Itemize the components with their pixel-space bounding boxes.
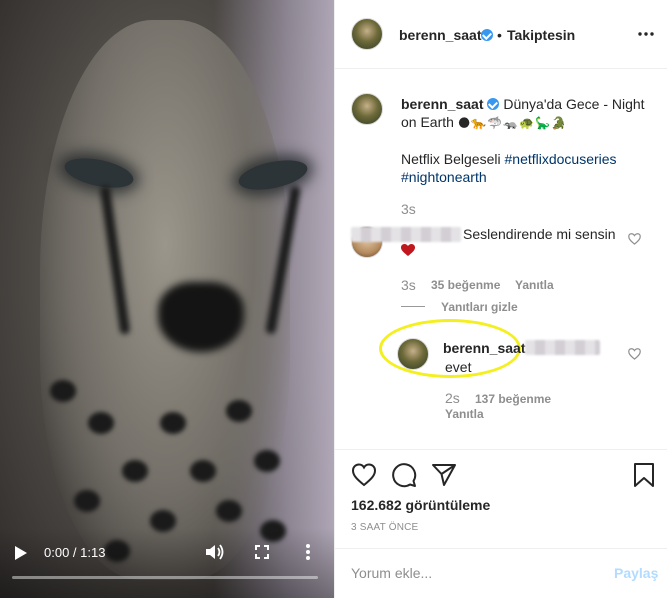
post-caption: berenn_saat Dünya'da Gece - Night on Ear… — [401, 95, 651, 186]
replies-divider — [401, 306, 425, 307]
posted-time[interactable]: 3 SAAT ÖNCE — [351, 522, 418, 533]
cheetah-face — [40, 20, 310, 580]
cheetah-spot — [74, 490, 100, 512]
cheetah-spot — [160, 412, 186, 434]
play-icon[interactable] — [14, 545, 28, 561]
caption-username[interactable]: berenn_saat — [401, 96, 483, 112]
caption-subtitle: Netflix Belgeseli — [401, 151, 501, 167]
cheetah-spot — [254, 450, 280, 472]
caption-avatar[interactable] — [351, 93, 383, 125]
hashtag-link[interactable]: #nightonearth — [401, 169, 487, 185]
more-options-icon[interactable] — [304, 543, 312, 561]
comment-text: Seslendirende mi sensin — [463, 226, 616, 242]
blurred-username — [351, 227, 461, 242]
comment-reply-button[interactable]: Yanıtla — [515, 278, 554, 292]
cheetah-spot — [226, 400, 252, 422]
cheetah-nose — [158, 282, 244, 352]
separator-dot: • — [497, 27, 502, 43]
reply-username[interactable]: berenn_saat — [443, 340, 525, 356]
comment-icon[interactable] — [391, 462, 417, 488]
share-icon[interactable] — [431, 462, 457, 488]
comment-like-heart-icon[interactable] — [628, 233, 641, 245]
like-heart-icon[interactable] — [351, 462, 377, 488]
cheetah-tear-mark — [99, 185, 131, 335]
avatar[interactable] — [351, 18, 383, 50]
comment-likes-count[interactable]: 35 beğenme — [431, 278, 500, 292]
comment-input[interactable]: Yorum ekle... — [351, 565, 432, 581]
post-side-panel: berenn_saat • Takiptesin berenn_saat Dün… — [334, 0, 667, 598]
reply-reply-button[interactable]: Yanıtla — [445, 407, 484, 421]
view-count[interactable]: 162.682 görüntüleme — [351, 497, 490, 513]
follow-status-button[interactable]: Takiptesin — [507, 27, 575, 43]
reply-text: evet — [445, 359, 472, 375]
cheetah-spot — [216, 500, 242, 522]
blurred-mention — [525, 340, 600, 355]
video-controls — [0, 528, 334, 598]
hashtag-link[interactable]: #netflixdocuseries — [505, 151, 617, 167]
comment-time: 3s — [401, 277, 416, 293]
cheetah-spot — [122, 460, 148, 482]
cheetah-spot — [190, 460, 216, 482]
cheetah-left-eye — [62, 153, 136, 193]
video-time: 0:00 / 1:13 — [44, 545, 106, 560]
volume-icon[interactable] — [205, 543, 225, 561]
caption-time: 3s — [401, 201, 416, 217]
heart-emoji-icon — [401, 244, 415, 256]
caption-emojis: 🌑🐆🦈🦡🐢🦕🐊 — [457, 116, 567, 130]
more-options-icon[interactable] — [637, 26, 655, 42]
hide-replies-button[interactable]: Yanıtları gizle — [441, 300, 518, 314]
post-header: berenn_saat • Takiptesin — [335, 0, 667, 69]
video-player[interactable]: 0:00 / 1:13 — [0, 0, 334, 598]
verified-badge-icon — [481, 29, 493, 41]
reply-like-heart-icon[interactable] — [628, 348, 641, 360]
add-comment-bar: Yorum ekle... Paylaş — [335, 548, 667, 598]
reply-time: 2s — [445, 390, 460, 406]
reply-avatar[interactable] — [397, 338, 429, 370]
video-progress-bar[interactable] — [12, 576, 318, 579]
post-actions: 162.682 görüntüleme 3 SAAT ÖNCE — [335, 449, 667, 549]
cheetah-spot — [88, 412, 114, 434]
bookmark-icon[interactable] — [631, 462, 657, 488]
fullscreen-icon[interactable] — [255, 545, 269, 559]
verified-badge-icon — [487, 98, 500, 110]
header-username[interactable]: berenn_saat — [399, 27, 481, 43]
post-comment-button[interactable]: Paylaş — [614, 565, 658, 581]
cheetah-spot — [50, 380, 76, 402]
reply-likes-count[interactable]: 137 beğenme — [475, 392, 551, 406]
